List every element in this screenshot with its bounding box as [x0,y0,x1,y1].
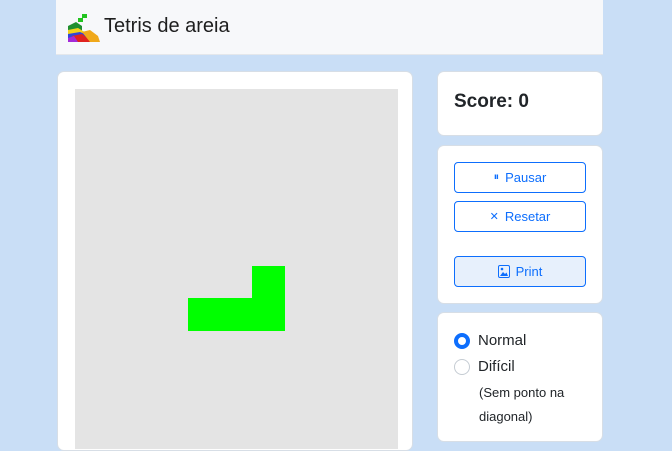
pause-icon: ⏸ [493,171,500,183]
mode-card: Normal Difícil (Sem ponto na diagonal) [437,312,603,442]
mode-label-normal: Normal [478,332,527,349]
image-icon [497,265,510,278]
pause-button[interactable]: ⏸ Pausar [454,162,586,193]
mode-label-dificil: Difícil [478,358,515,375]
score-card: Score: 0 [437,71,603,136]
print-label: Print [515,264,543,279]
falling-piece-cell [252,266,285,299]
print-button[interactable]: Print [454,256,586,287]
score-display: Score: 0 [454,91,529,112]
falling-piece-cell [252,298,285,331]
mode-note-line1: (Sem ponto na [479,385,565,400]
controls-card: ⏸ Pausar ✕ Resetar Print [437,145,603,304]
mode-note-line2: diagonal) [479,409,533,424]
falling-piece-cell [188,298,221,331]
falling-piece-cell [220,298,253,331]
sand-tetris-logo-icon [68,14,100,42]
reset-label: Resetar [504,209,551,224]
pause-label: Pausar [505,170,547,185]
game-board[interactable] [75,89,398,449]
mode-option-normal[interactable]: Normal [454,332,526,349]
navbar: Tetris de areia [56,0,603,55]
reset-button[interactable]: ✕ Resetar [454,201,586,232]
mode-option-dificil[interactable]: Difícil [454,358,515,375]
app-title[interactable]: Tetris de areia [104,15,230,38]
game-board-card [57,71,413,451]
radio-dificil[interactable] [454,358,470,375]
close-icon: ✕ [489,211,499,223]
radio-normal[interactable] [454,332,470,349]
